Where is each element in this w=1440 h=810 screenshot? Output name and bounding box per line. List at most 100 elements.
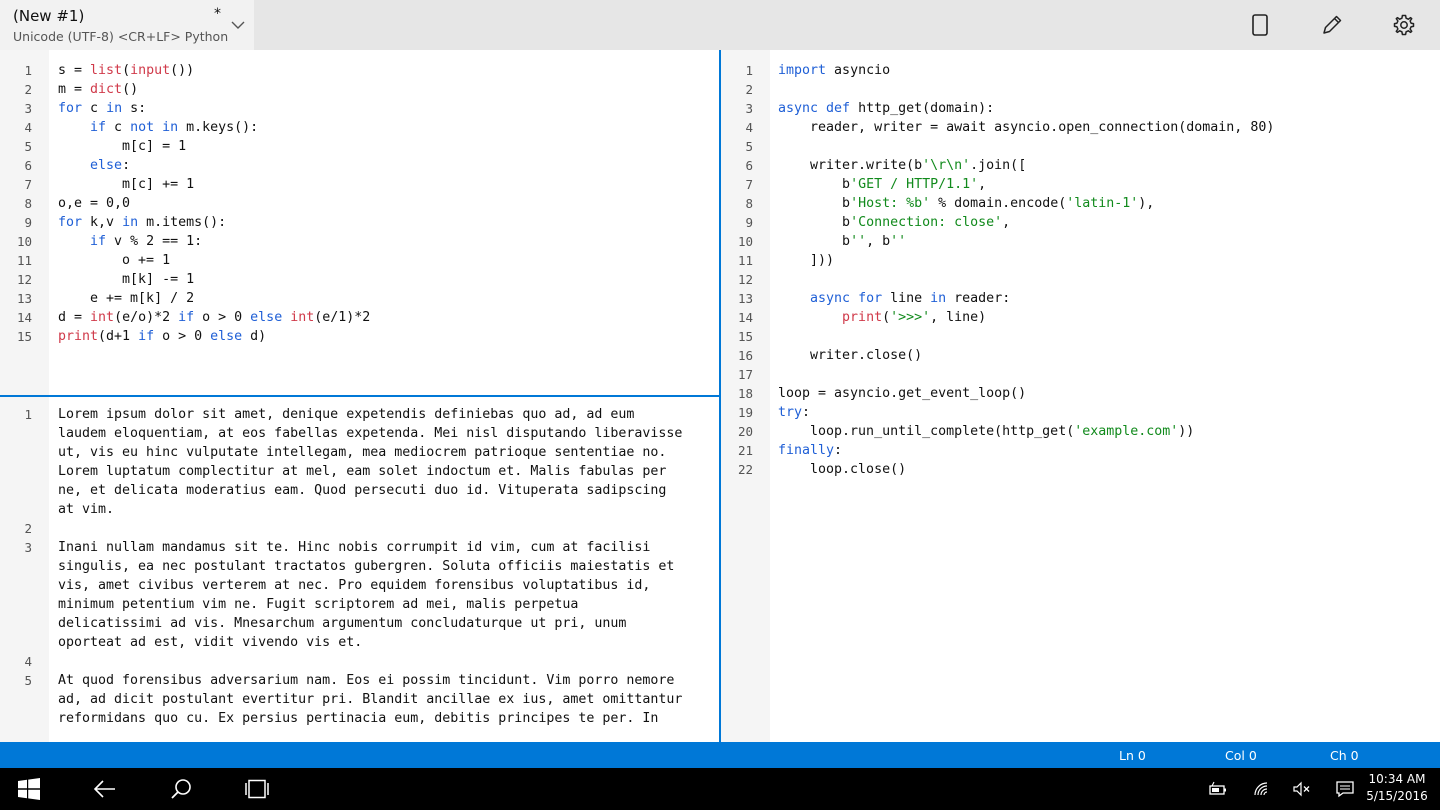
code-line[interactable]: import asyncio	[778, 61, 1274, 80]
code-line[interactable]: b'GET / HTTP/1.1',	[778, 175, 1274, 194]
code-token: line	[882, 291, 931, 306]
code-token: d =	[58, 310, 91, 325]
code-token: (d+1	[98, 329, 139, 344]
code-line[interactable]: for k,v in m.items():	[58, 213, 370, 232]
code-line[interactable]: async def http_get(domain):	[778, 99, 1274, 118]
code-line[interactable]: if c not in m.keys():	[58, 118, 370, 137]
code-token: asyncio	[826, 63, 891, 78]
editor-pane-right[interactable]: 1 2 3 4 5 6 7 8 9 10 11 12 13 14 15 16 17 18 19 20 21 22 impo…	[721, 50, 1440, 742]
code-token: .join([	[970, 158, 1027, 173]
code-line[interactable]	[778, 327, 1274, 346]
code-token: s:	[122, 101, 147, 116]
code-line[interactable]: try:	[778, 403, 1274, 422]
code-line[interactable]: o += 1	[58, 251, 370, 270]
code-line[interactable]: else:	[58, 156, 370, 175]
code-line[interactable]: print(d+1 if o > 0 else d)	[58, 327, 370, 346]
code-line[interactable]: writer.write(b'\r\n'.join([	[778, 156, 1274, 175]
text-line[interactable]: reformidans quo cu. Ex persius pertinaci…	[58, 709, 682, 728]
text-line[interactable]: vis, amet civibus verterem at nec. Pro e…	[58, 576, 682, 595]
code-line[interactable]	[778, 365, 1274, 384]
text-line[interactable]: ne, et delicata moderatius eam. Quod per…	[58, 481, 682, 500]
code-line[interactable]: e += m[k] / 2	[58, 289, 370, 308]
code-line[interactable]: m = dict()	[58, 80, 370, 99]
volume-muted-icon	[1293, 781, 1310, 797]
code-token: e += m[k] / 2	[58, 291, 195, 306]
edit-button[interactable]	[1316, 9, 1348, 41]
code-line[interactable]: d = int(e/o)*2 if o > 0 else int(e/1)*2	[58, 308, 370, 327]
code-line[interactable]: reader, writer = await asyncio.open_conn…	[778, 118, 1274, 137]
volume-tray[interactable]	[1289, 768, 1315, 810]
code-line[interactable]: loop = asyncio.get_event_loop()	[778, 384, 1274, 403]
battery-tray[interactable]	[1205, 768, 1231, 810]
code-line[interactable]: finally:	[778, 441, 1274, 460]
line-number: 13	[737, 291, 753, 306]
action-center-tray[interactable]	[1332, 768, 1358, 810]
document-tab[interactable]: (New #1) * Unicode (UTF-8) <CR+LF> Pytho…	[0, 0, 254, 50]
code-token: 'example.com'	[1074, 424, 1179, 439]
text-line[interactable]: At quod forensibus adversarium nam. Eos …	[58, 671, 682, 690]
code-line[interactable]	[778, 270, 1274, 289]
search-button[interactable]	[158, 768, 204, 810]
text-line[interactable]: oporteat ad est, vidit vivendo vis et.	[58, 633, 682, 652]
code-token: writer.close()	[778, 348, 923, 363]
code-line[interactable]: ]))	[778, 251, 1274, 270]
network-tray[interactable]	[1249, 768, 1275, 810]
text-line[interactable]: minimum petentium vim ne. Fugit scriptor…	[58, 595, 682, 614]
line-number: 8	[24, 196, 32, 211]
text-line[interactable]: Inani nullam mandamus sit te. Hinc nobis…	[58, 538, 682, 557]
code-line[interactable]: b'Connection: close',	[778, 213, 1274, 232]
text-line[interactable]: Lorem ipsum dolor sit amet, denique expe…	[58, 405, 682, 424]
code-token: :	[802, 405, 811, 420]
code-token: reader, writer = await asyncio.open_conn…	[778, 120, 1275, 135]
code-line[interactable]: loop.run_until_complete(http_get('exampl…	[778, 422, 1274, 441]
code-token: print	[842, 310, 883, 325]
code-token: d)	[242, 329, 267, 344]
code-line[interactable]: b'Host: %b' % domain.encode('latin-1'),	[778, 194, 1274, 213]
text-line[interactable]: laudem eloquentiam, at eos fabellas expe…	[58, 424, 682, 443]
code-line[interactable]	[778, 137, 1274, 156]
start-button[interactable]	[0, 768, 58, 810]
code-token: 'Connection: close'	[850, 215, 1003, 230]
code-token: ,	[1002, 215, 1011, 230]
back-button[interactable]	[82, 768, 128, 810]
edit-pencil-icon	[1323, 15, 1342, 34]
code-token: m.items():	[138, 215, 227, 230]
code-line[interactable]: s = list(input())	[58, 61, 370, 80]
text-line[interactable]: Lorem luptatum complectitur at mel, eam …	[58, 462, 682, 481]
task-view-button[interactable]	[234, 768, 280, 810]
code-line[interactable]: o,e = 0,0	[58, 194, 370, 213]
line-number: 1	[24, 407, 32, 422]
code-line[interactable]: async for line in reader:	[778, 289, 1274, 308]
code-line[interactable]: m[c] += 1	[58, 175, 370, 194]
code-token: try	[778, 405, 803, 420]
text-line[interactable]: singulis, ea nec postulant tractatos gub…	[58, 557, 682, 576]
code-token: import	[778, 63, 827, 78]
code-line[interactable]: print('>>>', line)	[778, 308, 1274, 327]
system-clock[interactable]: 10:34 AM 5/15/2016	[1364, 771, 1430, 805]
code-line[interactable]: writer.close()	[778, 346, 1274, 365]
tablet-mode-button[interactable]	[1244, 9, 1276, 41]
text-line[interactable]	[58, 652, 682, 671]
text-line[interactable]: ad, ad dicit postulant evertitur pri. Bl…	[58, 690, 682, 709]
code-token: print	[58, 329, 99, 344]
code-line[interactable]: m[k] -= 1	[58, 270, 370, 289]
editor-pane-bottom-left[interactable]: 1 2 3 4 5 Lorem ipsum dolor sit amet, deniqu…	[0, 397, 719, 742]
code-line[interactable]: m[c] = 1	[58, 137, 370, 156]
code-line[interactable]	[778, 80, 1274, 99]
code-token: async def	[778, 101, 851, 116]
chevron-down-icon[interactable]	[230, 17, 246, 33]
text-line[interactable]	[58, 519, 682, 538]
editor-pane-top-left[interactable]: 1 2 3 4 5 6 7 8 9 10 11 12 13 14 15 s = list(input()) m…	[0, 50, 719, 395]
code-line[interactable]: if v % 2 == 1:	[58, 232, 370, 251]
status-char: Ch 0	[1330, 748, 1359, 763]
code-line[interactable]: b'', b''	[778, 232, 1274, 251]
code-line[interactable]: for c in s:	[58, 99, 370, 118]
windows-taskbar: 10:34 AM 5/15/2016	[0, 768, 1440, 810]
text-line[interactable]: ut, vis eu hinc vulputate intellegam, me…	[58, 443, 682, 462]
settings-button[interactable]	[1388, 9, 1420, 41]
title-bar: (New #1) * Unicode (UTF-8) <CR+LF> Pytho…	[0, 0, 1440, 50]
text-line[interactable]: delicatissimi ad vis. Mnesarchum argumen…	[58, 614, 682, 633]
text-line[interactable]: at vim.	[58, 500, 682, 519]
code-line[interactable]: loop.close()	[778, 460, 1274, 479]
